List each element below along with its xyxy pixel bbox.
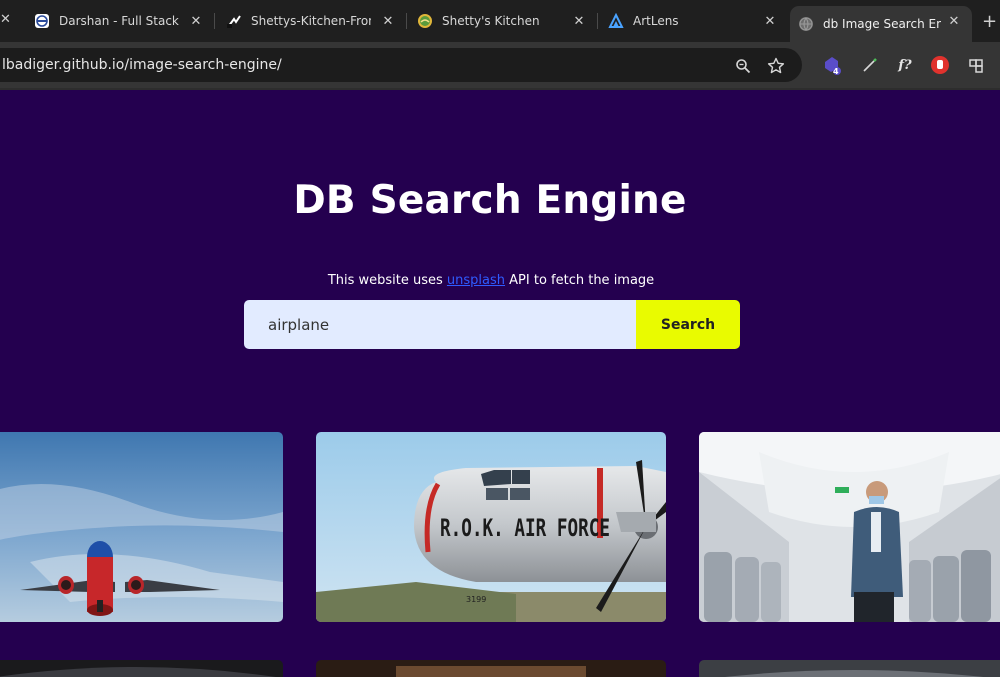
globe-favicon-icon	[798, 16, 814, 32]
tab-darshan[interactable]: Darshan - Full Stack D ✕	[34, 0, 214, 42]
extension-badge: 4	[833, 67, 839, 76]
result-image-card[interactable]	[316, 660, 666, 677]
result-image	[0, 660, 283, 677]
tab-separator	[597, 13, 598, 29]
rok-air-force-image: R.O.K. AIR FORCE 3199	[316, 432, 666, 622]
tab-separator	[214, 13, 215, 29]
result-image	[316, 660, 666, 677]
tab-shettys-kitchen-front[interactable]: Shettys-Kitchen-Front ✕	[226, 0, 406, 42]
tab-close-icon[interactable]: ✕	[762, 13, 778, 29]
tab-separator	[406, 13, 407, 29]
result-image-card[interactable]: R.O.K. AIR FORCE 3199	[316, 432, 666, 622]
aircraft-serial-text: 3199	[466, 595, 486, 604]
shettys-kitchen-favicon-icon	[417, 13, 433, 29]
result-image-card[interactable]	[0, 660, 283, 677]
result-image-card[interactable]	[0, 432, 283, 622]
aircraft-marking-text: R.O.K. AIR FORCE	[440, 514, 610, 542]
extension-icon[interactable]	[822, 55, 842, 75]
page-title: DB Search Engine	[293, 178, 687, 223]
tab-title: db Image Search Eng	[823, 17, 941, 31]
tab-db-image-search[interactable]: db Image Search Eng ✕	[790, 6, 972, 42]
tab-title: ArtLens	[633, 14, 679, 28]
result-image	[699, 660, 1000, 677]
close-icon[interactable]: ✕	[0, 12, 11, 27]
tab-title: Shetty's Kitchen	[442, 14, 540, 28]
api-notice: This website uses unsplash API to fetch …	[0, 273, 982, 288]
search-button[interactable]: Search	[636, 300, 740, 349]
tab-title: Darshan - Full Stack D	[59, 14, 179, 28]
artlens-favicon-icon	[608, 13, 624, 29]
result-image-card[interactable]	[699, 660, 1000, 677]
url-text: lbadiger.github.io/image-search-engine/	[2, 57, 282, 73]
github-favicon-icon	[226, 13, 242, 29]
zoom-icon[interactable]	[734, 57, 752, 75]
adblock-extension-icon[interactable]	[930, 55, 950, 75]
toolbar-divider	[0, 88, 1000, 90]
tab-strip: ✕ Darshan - Full Stack D ✕ Shettys-Kitch…	[0, 0, 1000, 42]
bookmark-star-icon[interactable]	[767, 57, 785, 75]
font-extension-icon[interactable]: f?	[895, 55, 915, 75]
browser-toolbar: lbadiger.github.io/image-search-engine/	[0, 42, 1000, 88]
extensions-puzzle-icon[interactable]	[967, 55, 987, 75]
darshan-favicon-icon	[34, 13, 50, 29]
color-picker-extension-icon[interactable]	[860, 55, 880, 75]
notice-text-after: API to fetch the image	[505, 273, 655, 288]
tab-title: Shettys-Kitchen-Front	[251, 14, 371, 28]
new-tab-icon[interactable]: +	[982, 11, 997, 32]
tab-artlens[interactable]: ArtLens ✕	[608, 0, 788, 42]
airplane-cabin-image	[699, 432, 1000, 622]
tab-close-icon[interactable]: ✕	[571, 13, 587, 29]
tab-close-icon[interactable]: ✕	[946, 13, 962, 29]
unsplash-link[interactable]: unsplash	[447, 273, 505, 288]
tab-close-icon[interactable]: ✕	[188, 13, 204, 29]
result-image-card[interactable]	[699, 432, 1000, 622]
jet-takeoff-image	[0, 432, 283, 622]
address-bar[interactable]: lbadiger.github.io/image-search-engine/	[0, 48, 802, 82]
tab-shettys-kitchen[interactable]: Shetty's Kitchen ✕	[417, 0, 597, 42]
search-input[interactable]	[244, 300, 636, 349]
search-form: Search	[244, 300, 740, 349]
tab-close-icon[interactable]: ✕	[380, 13, 396, 29]
notice-text-before: This website uses	[327, 273, 447, 288]
